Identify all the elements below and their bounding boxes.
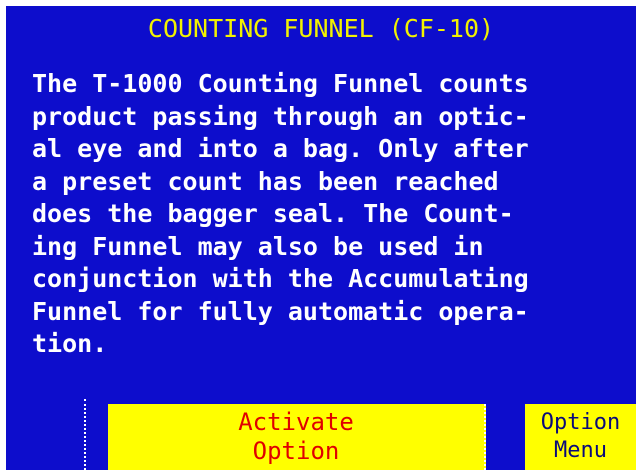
screen-title: COUNTING FUNNEL (CF-10)	[147, 14, 495, 43]
option-menu-button[interactable]: Option Menu	[525, 404, 636, 470]
description-line: ing Funnel may also be used in	[32, 231, 484, 261]
button-divider	[84, 399, 86, 470]
description-line: The T-1000 Counting Funnel counts	[32, 69, 529, 98]
option-menu-label-line1: Option	[540, 410, 621, 435]
description-text: The T-1000 Counting Funnel counts produc…	[32, 68, 632, 361]
description-line: al eye and into a bag. Only after	[32, 134, 529, 163]
description-line: Funnel for fully automatic opera-	[32, 296, 529, 326]
activate-option-button[interactable]: Activate Option	[108, 404, 486, 470]
description-line: tion.	[32, 329, 108, 358]
description-line: a preset count has been reached	[32, 166, 499, 196]
activate-option-label-line1: Activate	[238, 408, 354, 436]
hmi-screen: COUNTING FUNNEL (CF-10) The T-1000 Count…	[6, 6, 636, 470]
activate-option-label-line2: Option	[252, 437, 340, 465]
option-menu-label-line2: Menu	[554, 438, 607, 463]
description-line: does the bagger seal. The Count-	[32, 199, 514, 228]
description-line: conjunction with the Accumulating	[32, 264, 529, 293]
description-line: product passing through an optic-	[32, 101, 529, 131]
